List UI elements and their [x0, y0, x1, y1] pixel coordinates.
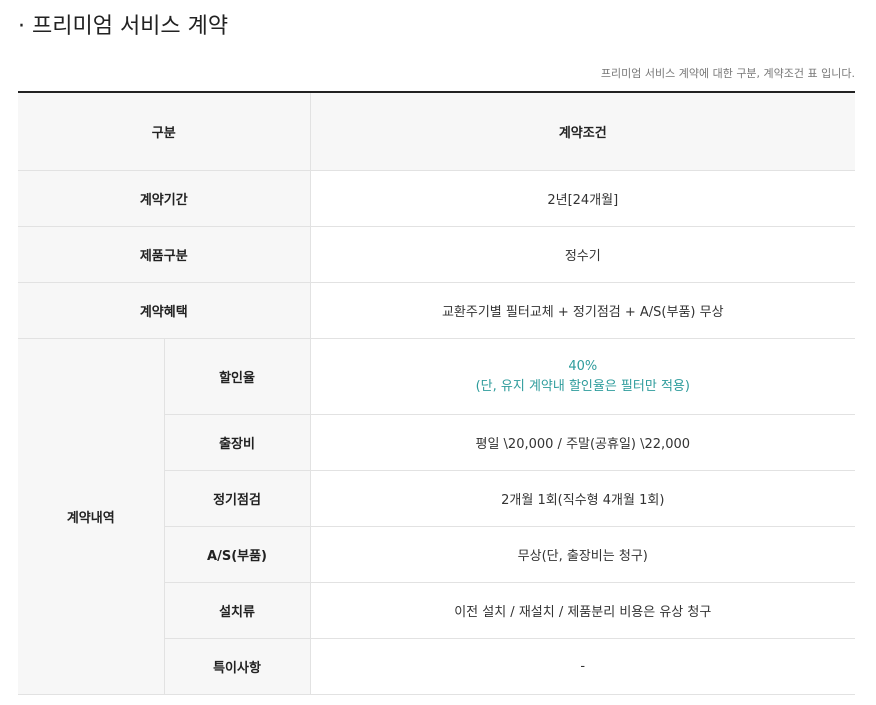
row-label: 제품구분: [18, 226, 311, 283]
table-row: 계약내역 할인율 40% (단, 유지 계약내 할인율은 필터만 적용): [18, 338, 856, 695]
table-caption: 프리미엄 서비스 계약에 대한 구분, 계약조건 표 입니다.: [600, 67, 855, 80]
row-label: 출장비: [164, 414, 311, 471]
header-category: 구분: [18, 92, 311, 171]
row-value: 정수기: [309, 226, 856, 283]
row-value: 평일 \20,000 / 주말(공휴일) \22,000: [309, 414, 856, 471]
row-label: 특이사항: [164, 638, 311, 695]
row-label: 설치류: [164, 582, 311, 639]
row-value: 이전 설치 / 재설치 / 제품분리 비용은 유상 청구: [309, 582, 856, 639]
page-title: · 프리미엄 서비스 계약: [18, 14, 229, 39]
row-value: -: [309, 638, 856, 695]
row-value: 40% (단, 유지 계약내 할인율은 필터만 적용): [309, 338, 856, 415]
table-row: 제품구분 정수기: [18, 226, 856, 283]
discount-note: (단, 유지 계약내 할인율은 필터만 적용): [475, 378, 690, 394]
row-label: 계약기간: [18, 170, 311, 227]
row-value: 교환주기별 필터교체 + 정기점검 + A/S(부품) 무상: [309, 282, 856, 339]
contract-table: 구분 계약조건 계약기간 2년[24개월] 제품구분 정수기 계약혜택 교환주기…: [18, 91, 856, 695]
table-header-row: 구분 계약조건: [18, 92, 856, 171]
row-value: 2개월 1회(직수형 4개월 1회): [309, 470, 856, 527]
row-value: 2년[24개월]: [309, 170, 856, 227]
row-value: 무상(단, 출장비는 청구): [309, 526, 856, 583]
row-label: 계약혜택: [18, 282, 311, 339]
discount-rate: 40%: [568, 358, 598, 374]
table-row: 계약혜택 교환주기별 필터교체 + 정기점검 + A/S(부품) 무상: [18, 282, 856, 339]
group-label: 계약내역: [18, 338, 165, 695]
row-label: 정기점검: [164, 470, 311, 527]
header-conditions: 계약조건: [309, 92, 856, 171]
table-row: 계약기간 2년[24개월]: [18, 170, 856, 227]
row-label: A/S(부품): [164, 526, 311, 583]
row-label: 할인율: [164, 338, 311, 415]
